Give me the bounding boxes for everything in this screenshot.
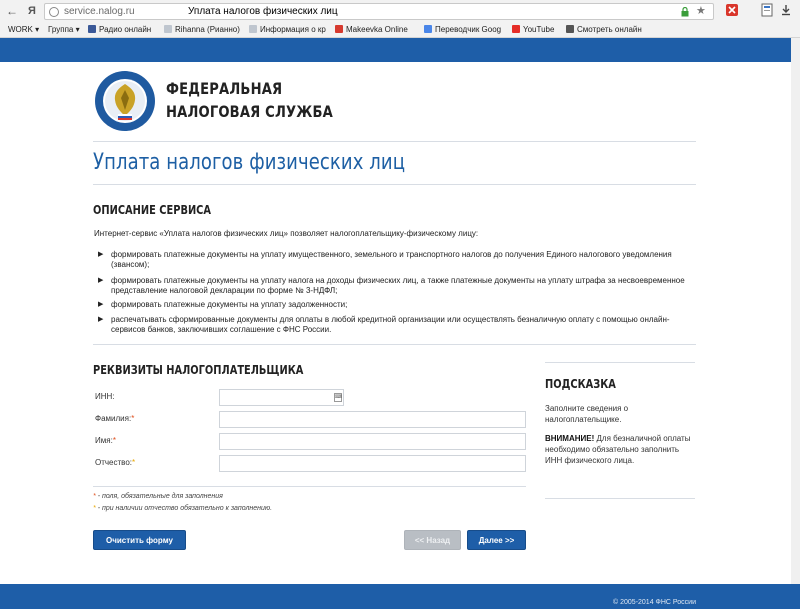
list-item-text: формировать платежные документы на уплат… xyxy=(111,300,348,309)
divider xyxy=(545,362,695,363)
address-bar[interactable]: service.nalog.ru Уплата налогов физическ… xyxy=(44,3,714,20)
scrollbar[interactable] xyxy=(791,38,800,584)
youtube-icon xyxy=(512,25,520,33)
bookmark-work[interactable]: WORK ▾ xyxy=(8,24,39,36)
hint-title: ПОДСКАЗКА xyxy=(545,377,616,391)
bookmark-info[interactable]: Информация о кр xyxy=(249,24,326,36)
inn-field[interactable] xyxy=(219,389,344,406)
list-item-text: формировать платежные документы на уплат… xyxy=(111,276,685,295)
save-page-icon[interactable] xyxy=(760,3,774,17)
org-name-line2: НАЛОГОВАЯ СЛУЖБА xyxy=(166,102,334,121)
list-item-text: формировать платежные документы на уплат… xyxy=(111,250,672,269)
required-mark: * xyxy=(112,436,116,445)
site-info-icon[interactable] xyxy=(49,7,59,17)
bookmark-makeevka[interactable]: Makeevka Online xyxy=(335,24,408,36)
browser-chrome: ← Я service.nalog.ru Уплата налогов физи… xyxy=(0,0,800,38)
site-footer: © 2005-2014 ФНС России xyxy=(0,584,800,609)
bookmark-youtube[interactable]: YouTube xyxy=(512,24,554,36)
page-title: Уплата налогов физических лиц xyxy=(93,150,406,175)
bookmarks-bar: WORK ▾ Группа ▾ Радио онлайн Rihanna (Ри… xyxy=(0,22,800,38)
site-top-bar xyxy=(0,38,800,62)
bookmark-group[interactable]: Группа ▾ xyxy=(48,24,80,36)
divider xyxy=(545,498,695,499)
form-title: РЕКВИЗИТЫ НАЛОГОПЛАТЕЛЬЩИКА xyxy=(93,363,304,377)
address-page-title: Уплата налогов физических лиц xyxy=(188,6,338,17)
hint-warning: ВНИМАНИЕ! Для безналичной оплаты необход… xyxy=(545,434,691,465)
page-icon xyxy=(249,25,257,33)
bookmark-movies[interactable]: Смотреть онлайн xyxy=(566,24,642,36)
surname-label: Фамилия:* xyxy=(95,414,135,423)
description-title: ОПИСАНИЕ СЕРВИСА xyxy=(93,203,212,217)
address-bar-row: ← Я service.nalog.ru Уплата налогов физи… xyxy=(0,0,800,22)
film-icon xyxy=(566,25,574,33)
address-domain: service.nalog.ru xyxy=(64,6,135,17)
patronymic-field[interactable] xyxy=(219,455,526,472)
conditional-mark: * xyxy=(132,458,136,467)
back-button[interactable]: << Назад xyxy=(404,530,461,550)
required-note: * - поля, обязательные для заполнения xyxy=(93,493,223,500)
surname-field[interactable] xyxy=(219,411,526,428)
name-label: Имя:* xyxy=(95,436,116,445)
divider xyxy=(93,486,526,487)
keyboard-icon[interactable]: ⌨ xyxy=(334,393,342,402)
required-mark: * xyxy=(131,414,135,423)
facebook-icon xyxy=(88,25,96,33)
copyright-text: © 2005-2014 ФНС России xyxy=(613,599,696,606)
list-item: ▶ распечатывать сформированные документы… xyxy=(98,315,698,337)
bookmark-rihanna[interactable]: Rihanna (Рианно) xyxy=(164,24,240,36)
list-item: ▶ формировать платежные документы на упл… xyxy=(98,300,698,312)
page-icon xyxy=(164,25,172,33)
arrow-right-icon: ▶ xyxy=(98,277,104,284)
arrow-right-icon: ▶ xyxy=(98,251,104,258)
hint-text: Заполните сведения о налогоплательщике. xyxy=(545,404,629,424)
yandex-icon[interactable]: Я xyxy=(24,3,40,19)
inn-label: ИНН: xyxy=(95,392,115,401)
bookmark-translate[interactable]: Переводчик Goog xyxy=(424,24,501,36)
patronymic-note: * - при наличии отчество обязательно к з… xyxy=(93,505,273,512)
divider xyxy=(93,184,696,185)
list-item: ▶ формировать платежные документы на упл… xyxy=(98,276,698,298)
arrow-right-icon: ▶ xyxy=(98,301,104,308)
list-item: ▶ формировать платежные документы на упл… xyxy=(98,250,698,272)
bookmark-radio[interactable]: Радио онлайн xyxy=(88,24,151,36)
divider xyxy=(93,344,696,345)
extension-icon[interactable] xyxy=(725,3,739,17)
org-name-line1: ФЕДЕРАЛЬНАЯ xyxy=(166,79,283,98)
next-button[interactable]: Далее >> xyxy=(467,530,526,550)
makeevka-icon xyxy=(335,25,343,33)
arrow-right-icon: ▶ xyxy=(98,316,104,323)
name-field[interactable] xyxy=(219,433,526,450)
list-item-text: распечатывать сформированные документы д… xyxy=(111,315,670,334)
download-icon[interactable] xyxy=(779,3,793,17)
translate-icon xyxy=(424,25,432,33)
back-arrow-icon[interactable]: ← xyxy=(4,3,20,19)
divider xyxy=(93,141,696,142)
patronymic-label: Отчество:* xyxy=(95,458,136,467)
bookmark-star-icon[interactable]: ★ xyxy=(696,5,706,18)
lock-icon[interactable] xyxy=(681,7,689,17)
description-intro: Интернет-сервис «Уплата налогов физическ… xyxy=(94,229,479,238)
clear-form-button[interactable]: Очистить форму xyxy=(93,530,186,550)
fns-emblem-icon xyxy=(95,71,155,131)
